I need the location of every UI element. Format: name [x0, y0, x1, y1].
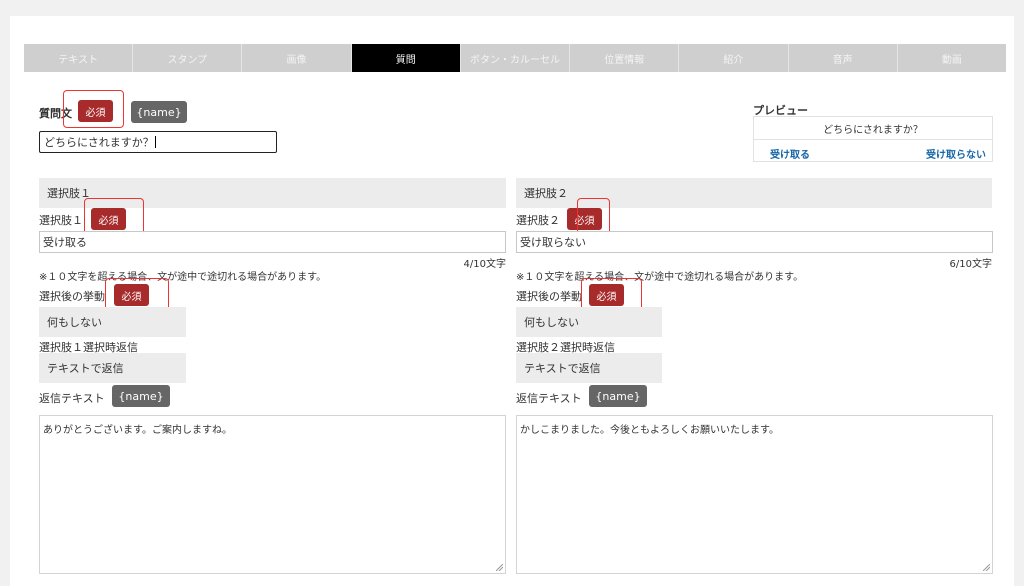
preview-divider [754, 139, 992, 140]
choice-1-reply-textarea[interactable]: ありがとうございます。ご案内しますね。 [39, 415, 506, 574]
choice-2-reply-textarea[interactable]: かしこまりました。今後ともよろしくお願いいたします。 [516, 415, 993, 574]
tab-location[interactable]: 位置情報 [570, 44, 680, 72]
choice-1-reply-text-label: 返信テキスト [39, 392, 105, 405]
tab-button-carousel[interactable]: ボタン・カルーセル [461, 44, 571, 72]
tab-image[interactable]: 画像 [242, 44, 352, 72]
tab-audio[interactable]: 音声 [789, 44, 898, 72]
tab-question[interactable]: 質問 [351, 44, 461, 72]
choice-1-reply-select[interactable]: テキストで返信 [39, 353, 186, 383]
message-type-tabs: テキスト スタンプ 画像 質問 ボタン・カルーセル 位置情報 紹介 音声 動画 [24, 44, 1006, 72]
choice-2-name-button[interactable]: {name} [589, 385, 647, 407]
preview-question: どちらにされますか？ [823, 125, 923, 136]
question-name-button[interactable]: {name} [131, 101, 187, 123]
choice-1-input[interactable]: 受け取る [39, 231, 506, 253]
question-input[interactable]: どちらにされますか？ [39, 131, 277, 153]
choice-2-reply-select[interactable]: テキストで返信 [516, 353, 662, 383]
resize-handle-icon[interactable] [983, 564, 990, 571]
choice-1-action-select[interactable]: 何もしない [39, 307, 186, 337]
choice-1-char-counter: 4/10文字 [463, 259, 506, 270]
choice-2-char-counter: 6/10文字 [949, 259, 992, 270]
question-required-highlight [63, 90, 124, 128]
choice-2-reply-text-label: 返信テキスト [516, 392, 582, 405]
choice-2-input[interactable]: 受け取らない [516, 231, 993, 253]
preview-card: どちらにされますか？ 受け取る 受け取らない [753, 116, 993, 162]
question-input-value: どちらにされますか？ [44, 136, 154, 149]
choice-2-action-select[interactable]: 何もしない [516, 307, 662, 337]
choice-2-label: 選択肢２ [516, 214, 560, 227]
preview-option-1[interactable]: 受け取る [770, 146, 810, 161]
tab-stamp[interactable]: スタンプ [133, 44, 243, 72]
tab-introduction[interactable]: 紹介 [679, 44, 789, 72]
preview-option-2[interactable]: 受け取らない [926, 146, 986, 161]
tab-video[interactable]: 動画 [898, 44, 1006, 72]
choice-2-length-note: ※１０文字を超える場合、文が途中で途切れる場合があります。 [516, 272, 804, 283]
text-caret [154, 136, 156, 148]
tab-text[interactable]: テキスト [24, 44, 134, 72]
choice-2-action-label: 選択後の挙動 [516, 290, 582, 303]
choice-2-reply-text: かしこまりました。今後ともよろしくお願いいたします。 [520, 425, 779, 436]
choice-1-name-button[interactable]: {name} [112, 385, 170, 407]
choice-1-reply-text: ありがとうございます。ご案内しますね。 [43, 425, 232, 436]
choice-1-action-label: 選択後の挙動 [39, 290, 105, 303]
resize-handle-icon[interactable] [496, 564, 503, 571]
choice-1-label: 選択肢１ [39, 214, 83, 227]
choice-1-length-note: ※１０文字を超える場合、文が途中で途切れる場合があります。 [39, 272, 327, 283]
